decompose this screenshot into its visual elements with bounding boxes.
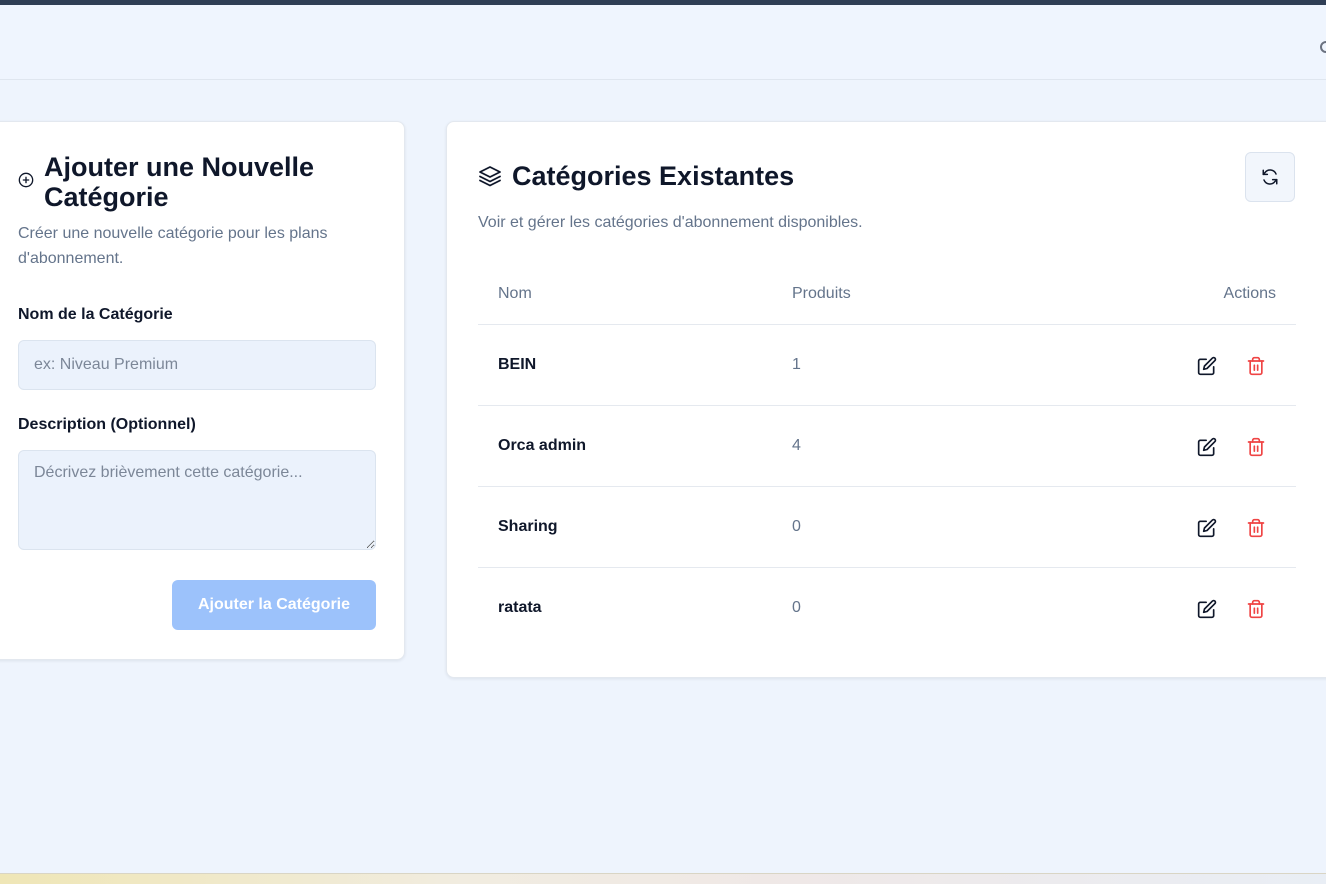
table-row: Orca admin 4 [478, 406, 1296, 487]
add-category-description: Créer une nouvelle catégorie pour les pl… [18, 225, 328, 267]
edit-icon[interactable] [1196, 517, 1218, 539]
category-name-cell: BEIN [498, 356, 537, 373]
table-row: Sharing 0 [478, 487, 1296, 568]
existing-categories-card: Catégories Existantes Voir et gérer les … [446, 121, 1326, 678]
category-name-cell: Orca admin [498, 437, 587, 454]
product-count-cell: 0 [792, 518, 801, 535]
edit-icon[interactable] [1196, 355, 1218, 377]
product-count-cell: 1 [792, 356, 801, 373]
product-count-cell: 4 [792, 437, 801, 454]
trash-icon[interactable] [1245, 436, 1267, 458]
category-name-cell: ratata [498, 599, 542, 616]
existing-categories-title-row: Catégories Existantes [478, 161, 794, 191]
edit-icon[interactable] [1196, 436, 1218, 458]
trash-icon[interactable] [1245, 517, 1267, 539]
product-count-cell: 0 [792, 599, 801, 616]
add-category-title-row: Ajouter une Nouvelle Catégorie [18, 152, 378, 212]
existing-categories-title: Catégories Existantes [512, 161, 795, 191]
refresh-icon [1261, 168, 1279, 186]
header-edge-icon[interactable] [1320, 41, 1326, 53]
add-category-button[interactable]: Ajouter la Catégorie [172, 580, 376, 630]
category-name-cell: Sharing [498, 518, 558, 535]
column-header-products: Produits [792, 285, 851, 302]
existing-categories-description: Voir et gérer les catégories d'abonnemen… [478, 214, 863, 231]
column-header-name: Nom [498, 285, 532, 302]
category-name-input[interactable] [18, 340, 376, 390]
edit-icon[interactable] [1196, 598, 1218, 620]
add-category-card: Ajouter une Nouvelle Catégorie Créer une… [0, 121, 405, 660]
category-description-textarea[interactable] [18, 450, 376, 550]
layers-icon [478, 164, 502, 188]
trash-icon[interactable] [1245, 598, 1267, 620]
plus-circle-icon [18, 172, 34, 188]
table-row: ratata 0 [478, 568, 1296, 649]
column-header-actions: Actions [1223, 285, 1276, 302]
category-description-label: Description (Optionnel) [18, 416, 196, 433]
add-category-title: Ajouter une Nouvelle Catégorie [44, 152, 315, 212]
os-taskbar [0, 873, 1326, 884]
table-row: BEIN 1 [478, 325, 1296, 406]
categories-table-header: Nom Produits Actions [478, 264, 1296, 325]
trash-icon[interactable] [1245, 355, 1267, 377]
refresh-button[interactable] [1245, 152, 1295, 202]
app-header [0, 5, 1326, 80]
category-name-label: Nom de la Catégorie [18, 306, 173, 323]
